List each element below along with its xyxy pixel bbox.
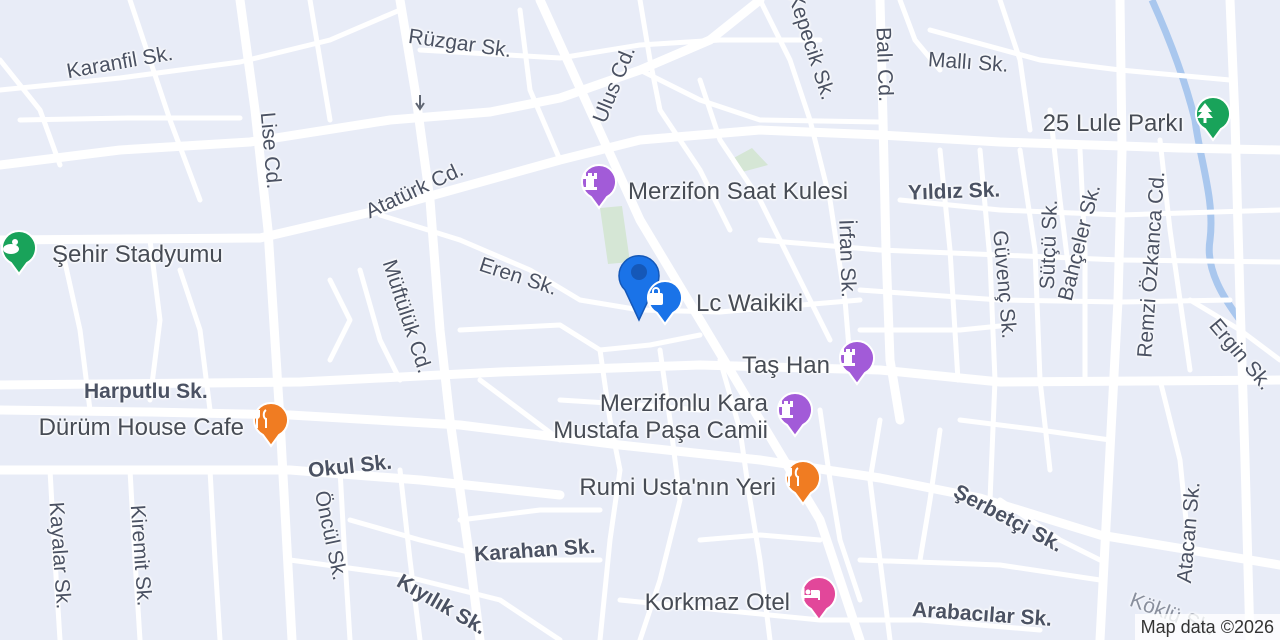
poi-label-durum-house[interactable]: Dürüm House Cafe: [39, 414, 244, 441]
poi-pin-tas-han[interactable]: [838, 340, 876, 386]
poi-label-mosque-line2: Mustafa Paşa Camii: [553, 417, 768, 444]
poi-label-tas-han[interactable]: Taş Han: [742, 352, 830, 379]
street-label-sutcu: Sütçü Sk.: [1035, 199, 1063, 290]
poi-pin-clock-tower[interactable]: [580, 164, 618, 210]
street-label-harputlu: Harputlu Sk.: [84, 380, 208, 403]
street-label-irfan: İrfan Sk.: [834, 219, 860, 298]
poi-pin-park[interactable]: [1194, 96, 1232, 142]
poi-label-lc-waikiki[interactable]: Lc Waikiki: [696, 290, 803, 317]
poi-label-mosque[interactable]: Merzifonlu Kara Mustafa Paşa Camii: [553, 390, 768, 444]
poi-label-korkmaz-otel[interactable]: Korkmaz Otel: [645, 589, 790, 616]
map-canvas[interactable]: Karanfil Sk. Rüzgar Sk. Ulus Cd. Kepecik…: [0, 0, 1280, 640]
poi-label-mosque-line1: Merzifonlu Kara: [599, 390, 768, 417]
river: [1148, 0, 1243, 323]
poi-pin-lc-waikiki[interactable]: [646, 280, 684, 326]
poi-label-stadium[interactable]: Şehir Stadyumu: [52, 241, 223, 268]
poi-label-clock-tower[interactable]: Merzifon Saat Kulesi: [628, 178, 848, 205]
poi-pin-korkmaz-otel[interactable]: [800, 576, 838, 622]
street-label-yildiz: Yıldız Sk.: [907, 178, 1001, 205]
poi-label-rumi-usta[interactable]: Rumi Usta'nın Yeri: [579, 474, 776, 501]
street-label-malli: Mallı Sk.: [927, 48, 1010, 77]
poi-pin-rumi-usta[interactable]: [784, 460, 822, 506]
map-attribution: Map data ©2026: [1134, 614, 1280, 640]
poi-label-park[interactable]: 25 Lule Parkı: [1043, 110, 1184, 137]
poi-pin-stadium[interactable]: [0, 230, 38, 276]
street-label-bali: Balı Cd.: [871, 26, 898, 103]
poi-pin-durum-house[interactable]: [252, 402, 290, 448]
poi-pin-mosque[interactable]: [776, 392, 814, 438]
